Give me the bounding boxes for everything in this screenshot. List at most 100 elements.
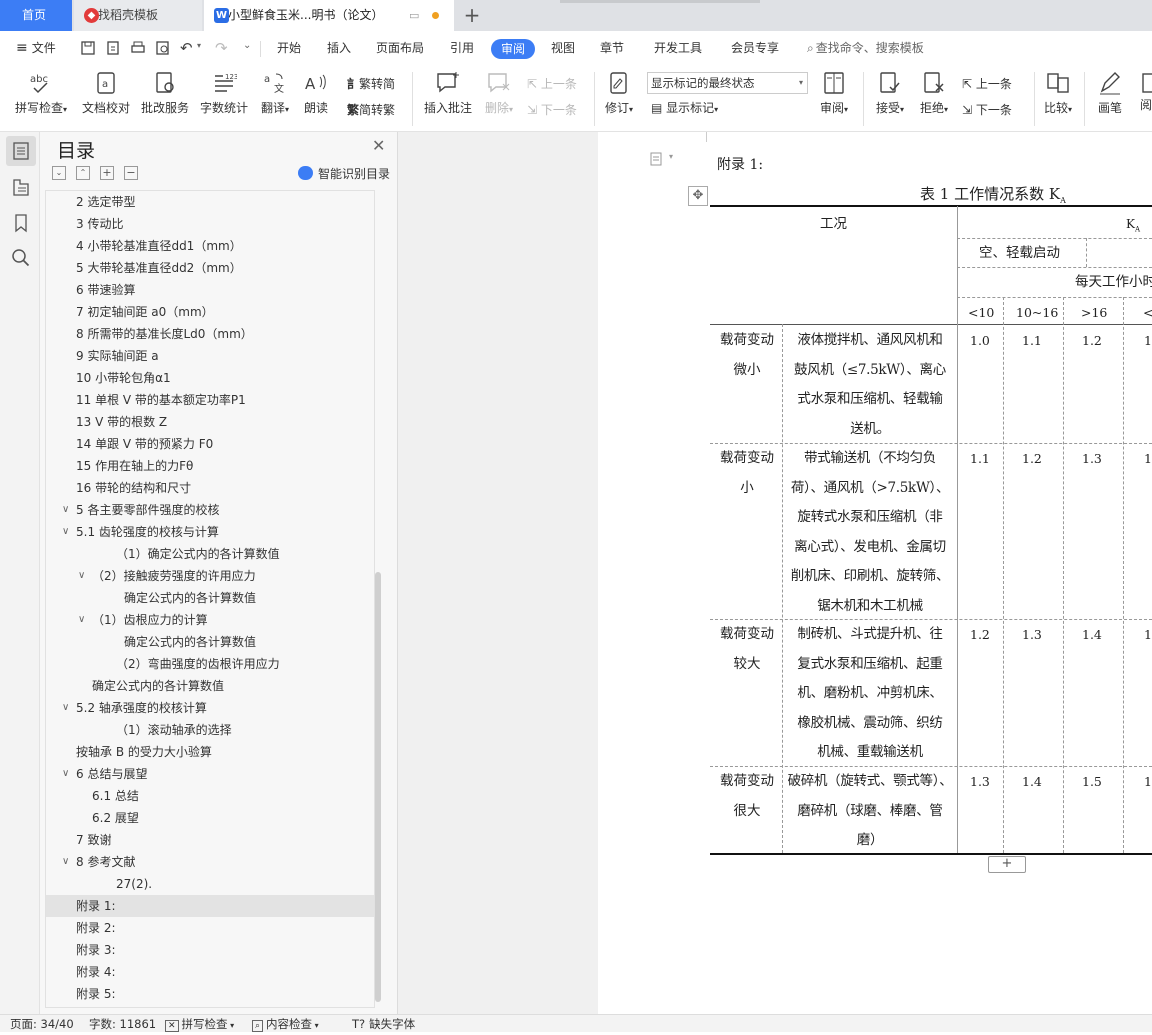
bookmark-icon[interactable]	[10, 212, 32, 234]
toc-tab-button[interactable]	[6, 136, 36, 166]
toc-expand-caret-icon[interactable]: ∨	[62, 521, 69, 543]
revise-button[interactable]: 修订▾	[601, 70, 637, 116]
toc-item[interactable]: 确定公式内的各计算数值	[46, 675, 374, 697]
print-preview-icon[interactable]	[155, 40, 171, 56]
toc-item[interactable]: 15 作用在轴上的力Fθ	[46, 455, 374, 477]
save-icon[interactable]	[80, 40, 96, 56]
tab-document[interactable]: W 小型鲜食玉米...明书（论文） ▭	[204, 0, 454, 31]
read-aloud-button[interactable]: A 朗读	[300, 70, 332, 116]
menu-item-insert[interactable]: 插入	[327, 31, 351, 66]
menu-item-references[interactable]: 引用	[450, 31, 474, 66]
toc-item[interactable]: （2）弯曲强度的齿根许用应力	[46, 653, 374, 675]
toc-item[interactable]: 7 初定轴间距 a0（mm）	[46, 301, 374, 323]
toc-item[interactable]: 附录 2:	[46, 917, 374, 939]
spellcheck-status[interactable]: ✕ 拼写检查 ▾	[165, 1015, 234, 1033]
toc-item[interactable]: 6.2 展望	[46, 807, 374, 829]
demote-level-icon[interactable]: −	[124, 166, 138, 180]
translate-button[interactable]: a文 翻译▾	[257, 70, 293, 116]
toc-item[interactable]: 14 单跟 V 带的预紧力 F0	[46, 433, 374, 455]
toc-item[interactable]: ∨ 6 总结与展望	[46, 763, 374, 785]
prev-comment-button[interactable]: ⇱ 上一条	[527, 74, 577, 94]
next-comment-button[interactable]: ⇲ 下一条	[527, 100, 577, 120]
doc-proof-button[interactable]: a 文档校对	[80, 70, 132, 116]
menu-item-page-layout[interactable]: 页面布局	[376, 31, 424, 66]
menu-item-review[interactable]: 审阅	[491, 39, 536, 59]
simp-to-trad-button[interactable]: 繁简转繁	[347, 100, 395, 120]
undo-dropdown-icon[interactable]: ▾	[197, 41, 201, 50]
toc-item[interactable]: 6.1 总结	[46, 785, 374, 807]
toc-expand-caret-icon[interactable]: ∨	[62, 851, 69, 873]
toc-item[interactable]: ∨ 5 各主要零部件强度的校核	[46, 499, 374, 521]
word-count-button[interactable]: 123 字数统计	[198, 70, 250, 116]
missing-font-status[interactable]: T? 缺失字体	[352, 1015, 415, 1033]
undo-icon[interactable]: ↶	[180, 39, 193, 57]
review-pane-button[interactable]: 审阅▾	[815, 70, 853, 116]
toc-item[interactable]: 16 带轮的结构和尺寸	[46, 477, 374, 499]
batch-service-button[interactable]: 批改服务	[139, 70, 191, 116]
toc-item[interactable]: 9 实际轴间距 a	[46, 345, 374, 367]
toc-expand-caret-icon[interactable]: ∨	[62, 763, 69, 785]
reading-button[interactable]: 阅	[1140, 70, 1152, 113]
toc-expand-caret-icon[interactable]: ∨	[62, 697, 69, 719]
toc-item[interactable]: ∨ 5.1 齿轮强度的校核与计算	[46, 521, 374, 543]
monitor-icon[interactable]: ▭	[409, 0, 419, 31]
toc-item[interactable]: 3 传动比	[46, 213, 374, 235]
redo-icon[interactable]: ↷	[215, 39, 228, 57]
toc-item[interactable]: 27(2).	[46, 873, 374, 895]
toc-item[interactable]: 确定公式内的各计算数值	[46, 631, 374, 653]
toc-expand-caret-icon[interactable]: ∨	[62, 499, 69, 521]
trad-to-simp-button[interactable]: 訁繁转简	[347, 74, 395, 94]
toc-item[interactable]: 2 选定带型	[46, 191, 374, 213]
toc-item[interactable]: 附录 4:	[46, 961, 374, 983]
window-drag-area[interactable]	[560, 0, 760, 3]
toc-item[interactable]: 8 所需带的基准长度Ld0（mm）	[46, 323, 374, 345]
toc-item[interactable]: （1）滚动轴承的选择	[46, 719, 374, 741]
toc-expand-caret-icon[interactable]: ∨	[78, 609, 85, 631]
toc-item[interactable]: 4 小带轮基准直径dd1（mm）	[46, 235, 374, 257]
toc-item[interactable]: 附录 5:	[46, 983, 374, 1005]
menu-item-membership[interactable]: 会员专享	[731, 31, 779, 66]
reject-button[interactable]: 拒绝▾	[915, 70, 953, 116]
pen-button[interactable]: 画笔	[1091, 70, 1129, 116]
toc-item[interactable]: 6 带速验算	[46, 279, 374, 301]
toc-item[interactable]: 5 大带轮基准直径dd2（mm）	[46, 257, 374, 279]
tab-templates[interactable]: ◆ 找稻壳模板	[74, 0, 202, 31]
collapse-all-icon[interactable]: ⌄	[52, 166, 66, 180]
toc-item[interactable]: 7 致谢	[46, 829, 374, 851]
toc-item[interactable]: 10 小带轮包角α1	[46, 367, 374, 389]
word-count-indicator[interactable]: 字数: 11861	[89, 1015, 156, 1033]
menu-item-view[interactable]: 视图	[551, 31, 575, 66]
command-search[interactable]: ⌕ 查找命令、搜索模板	[807, 31, 924, 66]
toc-scrollbar[interactable]	[375, 572, 381, 1002]
close-icon[interactable]: ✕	[372, 136, 385, 155]
accept-button[interactable]: 接受▾	[871, 70, 909, 116]
toc-item[interactable]: 11 单根 V 带的基本额定功率P1	[46, 389, 374, 411]
file-menu[interactable]: ≡ 文件	[16, 31, 56, 66]
page-indicator[interactable]: 页面: 34/40	[10, 1015, 74, 1033]
print-icon[interactable]	[130, 40, 146, 56]
promote-level-icon[interactable]: +	[100, 166, 114, 180]
tab-home[interactable]: 首页	[0, 0, 72, 31]
menu-item-developer[interactable]: 开发工具	[654, 31, 702, 66]
menu-item-chapter[interactable]: 章节	[600, 31, 624, 66]
menu-item-start[interactable]: 开始	[277, 31, 301, 66]
next-change-button[interactable]: ⇲ 下一条	[962, 100, 1012, 120]
add-table-row-button[interactable]: +	[988, 856, 1026, 873]
toc-expand-caret-icon[interactable]: ∨	[78, 565, 85, 587]
toc-item[interactable]: 按轴承 B 的受力大小验算	[46, 741, 374, 763]
smart-identify-button[interactable]: 智能识别目录	[298, 165, 390, 182]
toc-item[interactable]: 附录 1:	[46, 895, 374, 917]
toc-item[interactable]: 确定公式内的各计算数值	[46, 587, 374, 609]
quick-access-more-icon[interactable]: ⌄	[243, 40, 251, 51]
delete-comment-button[interactable]: 删除▾	[481, 70, 517, 116]
markup-state-select[interactable]: 显示标记的最终状态 ▾	[647, 72, 808, 94]
compare-button[interactable]: 比较▾	[1039, 70, 1077, 116]
search-panel-icon[interactable]	[10, 247, 32, 269]
chapter-nav-icon[interactable]	[10, 176, 32, 198]
toc-item[interactable]: 13 V 带的根数 Z	[46, 411, 374, 433]
toc-item[interactable]: ∨ 8 参考文献	[46, 851, 374, 873]
toc-item[interactable]: ∨ （1）齿根应力的计算	[46, 609, 374, 631]
show-markup-button[interactable]: ▤ 显示标记▾	[651, 98, 718, 118]
toc-item[interactable]: （1）确定公式内的各计算数值	[46, 543, 374, 565]
insert-comment-button[interactable]: 插入批注	[421, 70, 475, 116]
